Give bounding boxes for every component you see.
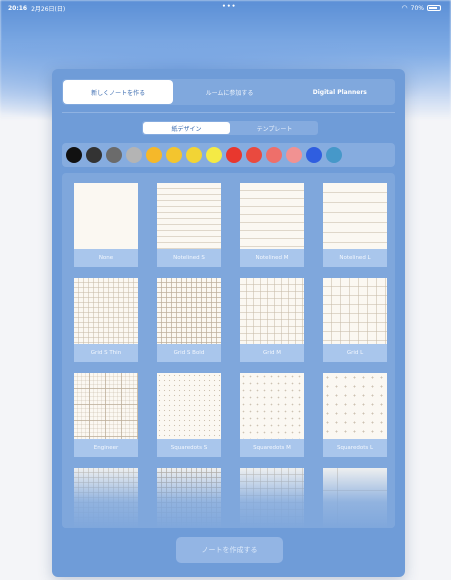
color-swatch[interactable] — [306, 147, 322, 163]
paper-label: Notelined S — [157, 249, 221, 267]
tab-new-note[interactable]: 新しくノートを作る — [63, 80, 174, 104]
tab-digital-planners[interactable]: Digital Planners — [285, 79, 395, 105]
scroll-fade — [62, 463, 395, 528]
paper-preview — [240, 373, 304, 439]
status-date: 2月26日(日) — [31, 5, 66, 13]
color-swatch[interactable] — [246, 147, 262, 163]
color-swatch[interactable] — [286, 147, 302, 163]
new-note-sheet: 新しくノートを作る ルームに参加する Digital Planners 紙デザイ… — [52, 69, 405, 577]
bottom-bar: ノートを作成する — [52, 528, 405, 577]
paper-option[interactable]: Squaredots L — [323, 373, 387, 457]
color-swatch[interactable] — [66, 147, 82, 163]
color-swatch[interactable] — [186, 147, 202, 163]
paper-preview — [240, 183, 304, 249]
paper-label: Notelined L — [323, 249, 387, 267]
paper-grid-scroll[interactable]: None Notelined S Notelined M Notelined L Gri… — [62, 173, 395, 528]
paper-label: None — [74, 249, 138, 267]
wifi-icon: ◠ — [401, 4, 408, 12]
tab-join-room[interactable]: ルームに参加する — [174, 79, 284, 105]
color-swatch[interactable] — [326, 147, 342, 163]
paper-option[interactable]: Grid S Bold — [157, 278, 221, 362]
battery-percent: 70% — [410, 4, 424, 12]
color-swatch[interactable] — [146, 147, 162, 163]
paper-label: Grid S Thin — [74, 344, 138, 362]
paper-preview — [74, 373, 138, 439]
paper-option[interactable]: Squaredots S — [157, 373, 221, 457]
paper-label: Notelined M — [240, 249, 304, 267]
paper-preview — [74, 278, 138, 344]
color-swatch[interactable] — [166, 147, 182, 163]
color-swatch[interactable] — [126, 147, 142, 163]
paper-option[interactable]: Notelined M — [240, 183, 304, 267]
color-swatch[interactable] — [106, 147, 122, 163]
color-swatch[interactable] — [266, 147, 282, 163]
paper-option[interactable]: Grid L — [323, 278, 387, 362]
paper-label: Squaredots S — [157, 439, 221, 457]
color-swatch[interactable] — [226, 147, 242, 163]
paper-preview — [157, 278, 221, 344]
paper-option[interactable]: None — [74, 183, 138, 267]
paper-label: Squaredots L — [323, 439, 387, 457]
mode-tabs: 新しくノートを作る ルームに参加する Digital Planners — [62, 79, 395, 105]
paper-option[interactable]: Engineer — [74, 373, 138, 457]
paper-label: Engineer — [74, 439, 138, 457]
status-bar: 20:16 2月26日(日) ••• ◠ 70% — [0, 0, 451, 16]
paper-option[interactable]: Notelined S — [157, 183, 221, 267]
paper-preview — [74, 183, 138, 249]
battery-icon — [427, 5, 441, 11]
paper-option[interactable]: Grid S Thin — [74, 278, 138, 362]
color-swatch[interactable] — [86, 147, 102, 163]
segment-paper-design[interactable]: 紙デザイン — [143, 122, 230, 134]
status-time: 20:16 — [8, 4, 28, 12]
segment-template[interactable]: テンプレート — [231, 121, 318, 135]
paper-preview — [323, 183, 387, 249]
paper-preview — [323, 278, 387, 344]
paper-preview — [323, 373, 387, 439]
paper-label: Grid S Bold — [157, 344, 221, 362]
status-right: ◠ 70% — [402, 4, 441, 12]
paper-label: Grid M — [240, 344, 304, 362]
divider — [62, 112, 395, 113]
paper-label: Squaredots M — [240, 439, 304, 457]
paper-option[interactable]: Grid M — [240, 278, 304, 362]
color-swatch[interactable] — [206, 147, 222, 163]
color-palette — [62, 143, 395, 167]
create-note-button[interactable]: ノートを作成する — [176, 537, 283, 563]
paper-preview — [240, 278, 304, 344]
paper-preview — [157, 183, 221, 249]
paper-preview — [157, 373, 221, 439]
paper-label: Grid L — [323, 344, 387, 362]
paper-option[interactable]: Notelined L — [323, 183, 387, 267]
multitask-dots[interactable]: ••• — [222, 3, 237, 10]
paper-type-segment: 紙デザイン テンプレート — [142, 121, 318, 135]
paper-option[interactable]: Squaredots M — [240, 373, 304, 457]
